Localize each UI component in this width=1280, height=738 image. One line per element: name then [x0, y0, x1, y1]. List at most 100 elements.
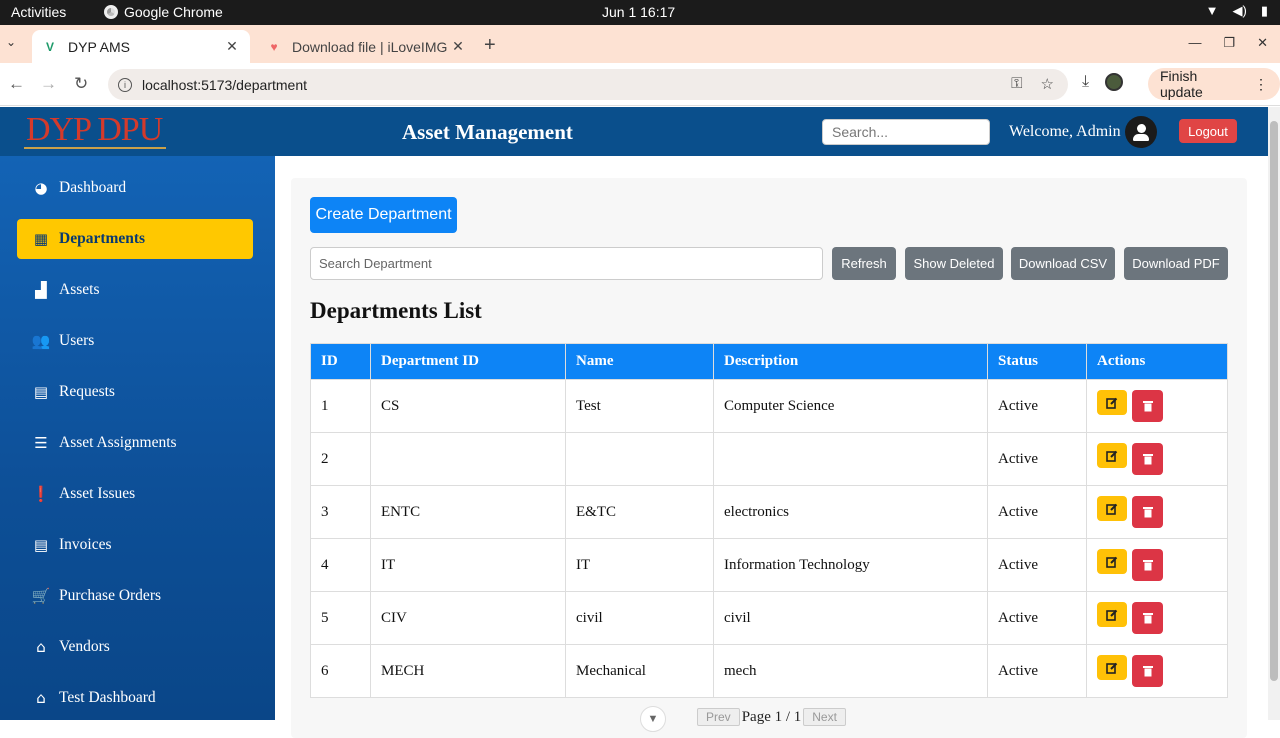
- edit-button[interactable]: [1097, 390, 1127, 415]
- cell-actions: [1086, 379, 1228, 433]
- sidebar-item-purchase-orders[interactable]: 🛒 Purchase Orders: [17, 576, 253, 616]
- extension-icon[interactable]: [1105, 73, 1124, 91]
- cell-id: 6: [310, 644, 371, 698]
- bookmark-star-icon[interactable]: ☆: [1041, 75, 1054, 93]
- minimize-icon[interactable]: —: [1188, 35, 1201, 51]
- tab-close-icon[interactable]: ✕: [224, 38, 240, 55]
- cell-id: 4: [310, 538, 371, 592]
- sidebar-item-users[interactable]: 👥 Users: [17, 321, 253, 361]
- edit-button[interactable]: [1097, 496, 1127, 521]
- table-row: 5 CIV civil civil Active: [310, 591, 1228, 645]
- close-window-icon[interactable]: ✕: [1257, 35, 1268, 51]
- tab-search-chevron-icon[interactable]: ⌄: [6, 35, 16, 49]
- delete-button[interactable]: [1132, 390, 1163, 422]
- trash-icon: [1142, 507, 1153, 518]
- dyp-dpu-logo[interactable]: DYP DPU: [26, 111, 163, 149]
- main-content: Create Department Refresh Show Deleted D…: [275, 156, 1268, 738]
- password-key-icon[interactable]: ⚿: [1011, 75, 1022, 93]
- logout-button[interactable]: Logout: [1179, 119, 1237, 143]
- tab-iloveimg[interactable]: ♥ Download file | iLoveIMG ✕: [256, 30, 476, 63]
- column-header-status[interactable]: Status: [987, 343, 1087, 380]
- finish-update-button[interactable]: Finish update ⋮: [1148, 68, 1280, 100]
- table-row: 1 CS Test Computer Science Active: [310, 379, 1228, 433]
- address-bar[interactable]: i localhost:5173/department ⚿ ☆: [108, 69, 1068, 100]
- refresh-button[interactable]: Refresh: [832, 247, 896, 280]
- next-page-button[interactable]: Next: [803, 708, 846, 726]
- cell-department-id: [370, 432, 566, 486]
- edit-button[interactable]: [1097, 602, 1127, 627]
- delete-button[interactable]: [1132, 443, 1163, 475]
- trash-icon: [1142, 613, 1153, 624]
- app-header: DYP DPU Asset Management Welcome, Admin …: [0, 107, 1268, 156]
- os-app-indicator[interactable]: Google Chrome: [104, 4, 223, 20]
- avatar-user-icon[interactable]: [1125, 116, 1157, 148]
- sidebar: ◕ Dashboard ▦ Departments ▟ Assets 👥 Use…: [0, 156, 275, 720]
- column-header-description[interactable]: Description: [713, 343, 988, 380]
- column-header-name[interactable]: Name: [565, 343, 714, 380]
- scrollbar-thumb[interactable]: [1270, 121, 1278, 681]
- download-pdf-button[interactable]: Download PDF: [1124, 247, 1228, 280]
- cell-description: electronics: [713, 485, 988, 539]
- back-arrow-icon[interactable]: ←: [8, 74, 25, 94]
- forward-arrow-icon[interactable]: →: [40, 74, 57, 94]
- cell-actions: [1086, 485, 1228, 539]
- column-header-department-id[interactable]: Department ID: [370, 343, 566, 380]
- sidebar-item-invoices[interactable]: ▤ Invoices: [17, 525, 253, 565]
- header-search-input[interactable]: [822, 119, 990, 145]
- delete-button[interactable]: [1132, 655, 1163, 687]
- new-tab-plus-icon[interactable]: +: [484, 34, 496, 57]
- tab-close-icon[interactable]: ✕: [450, 38, 466, 55]
- reload-icon[interactable]: ↻: [74, 74, 88, 94]
- app-root: DYP DPU Asset Management Welcome, Admin …: [0, 107, 1268, 738]
- store-icon: ⌂: [36, 638, 46, 656]
- edit-button[interactable]: [1097, 655, 1127, 680]
- tab-title: DYP AMS: [68, 38, 130, 55]
- activities-button[interactable]: Activities: [11, 4, 66, 20]
- cell-name: [565, 432, 714, 486]
- cell-status: Active: [987, 538, 1087, 592]
- sidebar-item-departments[interactable]: ▦ Departments: [17, 219, 253, 259]
- sidebar-item-dashboard[interactable]: ◕ Dashboard: [17, 168, 253, 208]
- cell-department-id: MECH: [370, 644, 566, 698]
- site-info-icon[interactable]: i: [118, 77, 132, 92]
- show-deleted-button[interactable]: Show Deleted: [905, 247, 1003, 280]
- search-department-input[interactable]: [310, 247, 823, 280]
- tab-title: Download file | iLoveIMG: [292, 38, 448, 55]
- download-csv-button[interactable]: Download CSV: [1011, 247, 1115, 280]
- sidebar-item-vendors[interactable]: ⌂ Vendors: [17, 627, 253, 667]
- delete-button[interactable]: [1132, 602, 1163, 634]
- file-icon: ▤: [33, 383, 49, 401]
- sidebar-item-label: Purchase Orders: [59, 587, 162, 604]
- chrome-icon: [104, 5, 118, 19]
- column-header-id[interactable]: ID: [310, 343, 371, 380]
- delete-button[interactable]: [1132, 496, 1163, 528]
- edit-icon: [1106, 662, 1118, 674]
- sidebar-item-asset-issues[interactable]: ❗ Asset Issues: [17, 474, 253, 514]
- cell-id: 2: [310, 432, 371, 486]
- tab-dyp-ams[interactable]: V DYP AMS ✕: [32, 30, 250, 63]
- os-clock[interactable]: Jun 1 16:17: [602, 4, 675, 20]
- sidebar-item-assets[interactable]: ▟ Assets: [17, 270, 253, 310]
- sidebar-item-label: Test Dashboard: [59, 689, 156, 706]
- scroll-down-icon[interactable]: ▼: [640, 706, 666, 732]
- prev-page-button[interactable]: Prev: [697, 708, 740, 726]
- edit-icon: [1106, 450, 1118, 462]
- sidebar-item-asset-assignments[interactable]: ☰ Asset Assignments: [17, 423, 253, 463]
- delete-button[interactable]: [1132, 549, 1163, 581]
- system-tray[interactable]: ▼ ◀) ▮: [1206, 3, 1268, 19]
- page-scrollbar[interactable]: [1268, 107, 1280, 720]
- page-title: Asset Management: [402, 120, 573, 144]
- sidebar-item-test-dashboard[interactable]: ⌂ Test Dashboard: [17, 678, 253, 718]
- download-icon[interactable]: ⤓: [1082, 73, 1089, 91]
- column-header-actions: Actions: [1086, 343, 1228, 380]
- sidebar-item-label: Asset Assignments: [59, 434, 177, 451]
- cell-name: E&TC: [565, 485, 714, 539]
- create-department-button[interactable]: Create Department: [310, 197, 457, 233]
- sidebar-item-requests[interactable]: ▤ Requests: [17, 372, 253, 412]
- cell-status: Active: [987, 644, 1087, 698]
- edit-button[interactable]: [1097, 443, 1127, 468]
- cell-id: 5: [310, 591, 371, 645]
- edit-button[interactable]: [1097, 549, 1127, 574]
- table-row: 6 MECH Mechanical mech Active: [310, 644, 1228, 698]
- restore-icon[interactable]: ❐: [1223, 35, 1235, 51]
